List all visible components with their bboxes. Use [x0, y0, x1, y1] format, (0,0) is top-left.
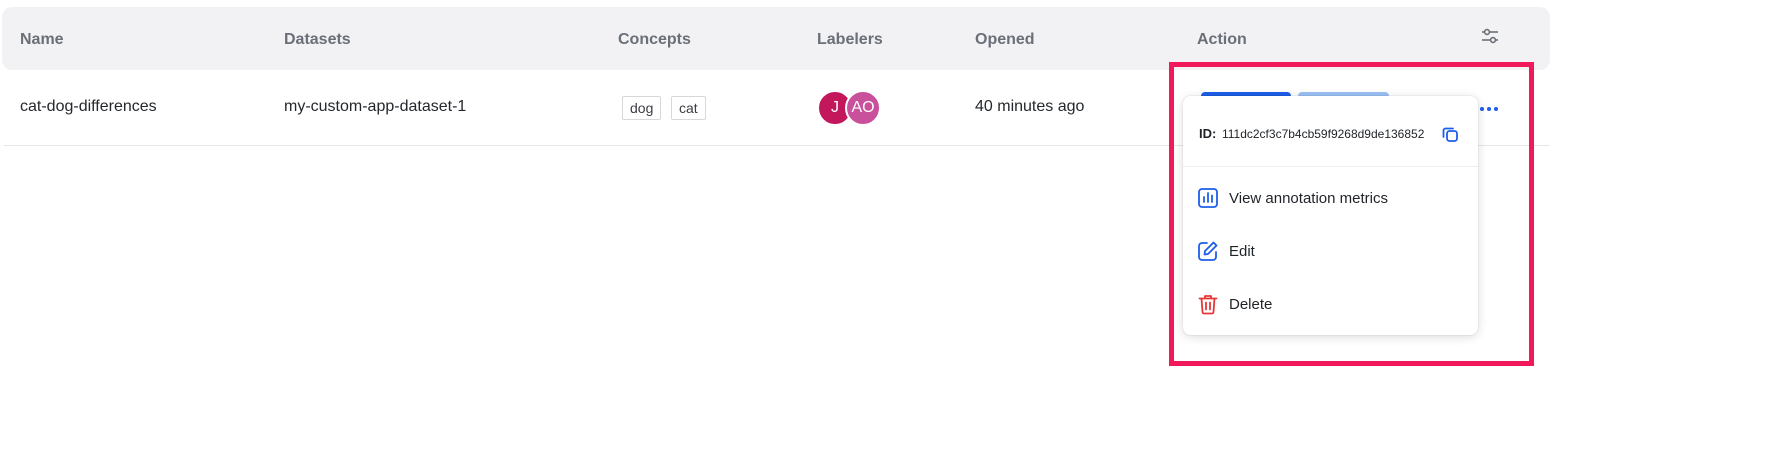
concept-tag: cat [671, 96, 706, 120]
column-header-action: Action [1197, 31, 1247, 48]
row-name[interactable]: cat-dog-differences [20, 98, 157, 116]
column-header-labelers[interactable]: Labelers [817, 31, 883, 49]
column-header-name[interactable]: Name [20, 31, 64, 49]
column-settings-icon[interactable] [1480, 26, 1500, 46]
concept-tag: dog [622, 96, 662, 120]
column-header-opened[interactable]: Opened [975, 31, 1035, 49]
column-header-datasets[interactable]: Datasets [284, 31, 351, 49]
column-header-concepts[interactable]: Concepts [618, 31, 691, 49]
row-dataset[interactable]: my-custom-app-dataset-1 [284, 98, 466, 116]
highlight-box [1169, 62, 1534, 366]
labeler-avatar: AO [845, 90, 881, 126]
row-opened: 40 minutes ago [975, 98, 1085, 115]
table-header [2, 7, 1550, 70]
